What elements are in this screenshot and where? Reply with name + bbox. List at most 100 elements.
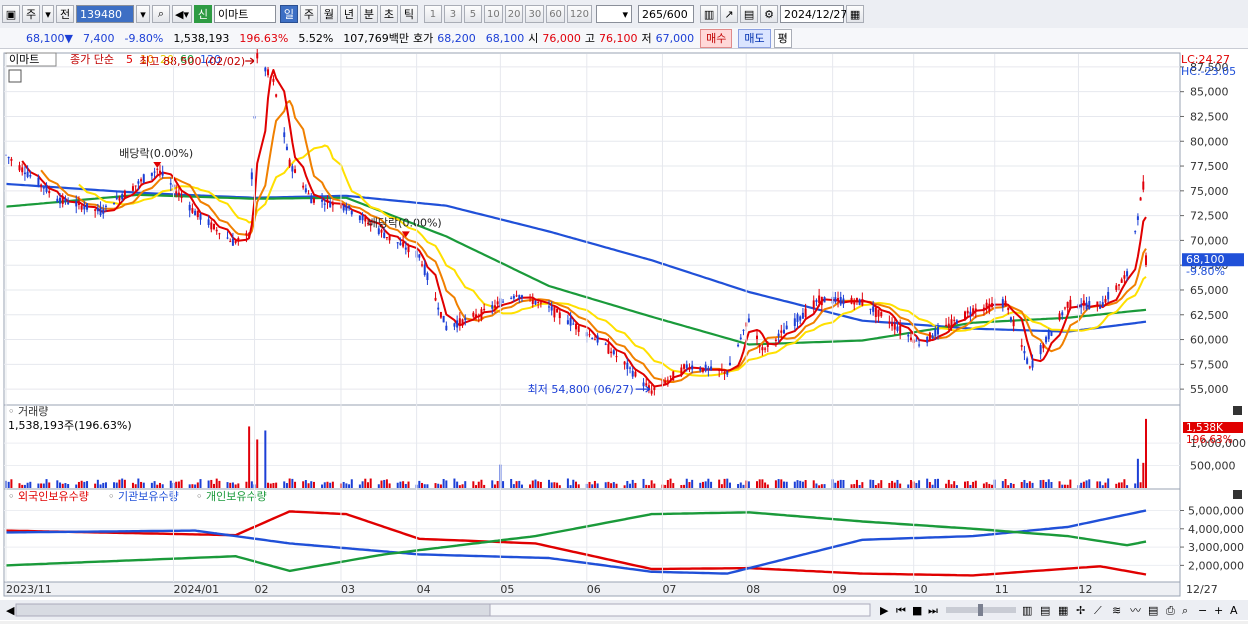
sell-button[interactable]: 매도	[738, 28, 771, 48]
x-tick-label: 04	[417, 583, 431, 596]
print-icon[interactable]: ⎙	[1166, 604, 1175, 617]
candle-body	[645, 383, 648, 386]
volume-bar	[399, 481, 402, 488]
candle-body	[518, 295, 521, 299]
date-input[interactable]: 2024/12/27	[780, 5, 847, 23]
custom-interval-input[interactable]: ▾	[596, 5, 633, 23]
interval-120[interactable]: 120	[566, 5, 593, 23]
stop-icon[interactable]: ■	[912, 604, 922, 617]
volume-tick-label: 500,000	[1190, 460, 1236, 473]
buy-button[interactable]: 매수	[700, 28, 733, 48]
candle-body	[177, 192, 180, 196]
candle-body	[874, 307, 877, 318]
font-size-icon[interactable]: A	[1230, 604, 1238, 617]
tab-period-week[interactable]: 주	[299, 5, 318, 23]
layout-icon[interactable]: ▤	[1040, 604, 1050, 617]
scroll-left-icon[interactable]: ◀	[6, 604, 15, 617]
holdings-panel[interactable]	[3, 488, 1181, 583]
volume-bar	[483, 484, 486, 488]
tab-period-month[interactable]: 월	[319, 5, 338, 23]
tab-period-second[interactable]: 초	[379, 5, 398, 23]
interval-60[interactable]: 60	[546, 5, 565, 23]
volume-bar	[934, 479, 937, 488]
window-icon[interactable]: ▣	[2, 5, 20, 23]
interval-20[interactable]: 20	[504, 5, 524, 23]
volume-panel[interactable]	[3, 404, 1181, 490]
settings-icon[interactable]: ⚙	[760, 5, 779, 23]
fib-tool-icon[interactable]: ≋	[1112, 604, 1121, 617]
grid-toggle-icon[interactable]	[8, 69, 22, 83]
candle-body	[29, 175, 32, 177]
stock-name-input[interactable]: 이마트	[213, 5, 276, 23]
volume-bar	[575, 481, 577, 488]
volume-bar	[285, 483, 288, 488]
candle-body	[453, 323, 456, 327]
chart-svg[interactable]: 55,00057,50060,00062,50065,00067,50070,0…	[0, 47, 1248, 621]
draw-tool-icon[interactable]: ↗	[720, 5, 739, 23]
chart-type-icon[interactable]: ▥	[1022, 604, 1032, 617]
volume-bar	[456, 481, 459, 488]
zoom-out-icon[interactable]: −	[1198, 604, 1207, 617]
interval-30[interactable]: 30	[525, 5, 545, 23]
zoom-icon[interactable]: ⌕	[1182, 604, 1188, 617]
volume-bar	[685, 478, 688, 488]
candle-body	[739, 337, 742, 340]
volume-bar	[1120, 482, 1123, 488]
volume-bar	[1020, 482, 1023, 488]
candle-body	[302, 185, 305, 188]
tab-period-minute[interactable]: 분	[359, 5, 378, 23]
calendar-icon[interactable]: ▦	[846, 5, 865, 23]
volume-close-icon[interactable]	[1233, 406, 1242, 415]
candle-body	[812, 300, 815, 309]
trend-tool-icon[interactable]: ⟋	[1094, 604, 1102, 617]
interval-5[interactable]: 5	[463, 5, 482, 23]
prev-button[interactable]: 전	[56, 5, 74, 23]
interval-3[interactable]: 3	[443, 5, 462, 23]
market-select[interactable]: 주	[22, 5, 40, 23]
interval-1[interactable]: 1	[423, 5, 442, 23]
candle-body	[918, 344, 921, 346]
zoom-in-icon[interactable]: +	[1214, 604, 1223, 617]
price-panel[interactable]	[3, 52, 1181, 406]
volume-bar	[672, 483, 675, 488]
stock-code-input[interactable]: 139480	[76, 5, 134, 23]
zoom-slider-handle[interactable]	[978, 604, 983, 616]
tab-period-year[interactable]: 년	[339, 5, 358, 23]
save-icon[interactable]: ▤	[740, 5, 759, 23]
tab-period-tick[interactable]: 틱	[399, 5, 418, 23]
candle-style-icon[interactable]: ▥	[700, 5, 719, 23]
search-icon[interactable]: ⌕	[152, 5, 170, 23]
candle-body	[575, 323, 577, 330]
count-input[interactable]: 265/600	[638, 5, 695, 23]
current-change-text: -9.80%	[1186, 265, 1225, 278]
volume-bar	[210, 479, 213, 488]
avg-button[interactable]: 평	[773, 28, 792, 48]
speaker-icon[interactable]: ◀▾	[172, 5, 192, 23]
chart-area[interactable]: 55,00057,50060,00062,50065,00067,50070,0…	[0, 47, 1248, 621]
first-page-icon[interactable]: ⏮	[896, 604, 906, 617]
volume-bar	[1028, 481, 1031, 488]
candle-body	[593, 339, 596, 341]
candle-body	[445, 325, 448, 331]
tab-period-day[interactable]: 일	[279, 5, 298, 23]
code-dropdown-icon[interactable]: ▾	[136, 5, 150, 23]
candle-body	[685, 364, 688, 369]
volume-bar	[234, 484, 237, 488]
candle-body	[742, 329, 745, 331]
holdings-close-icon[interactable]	[1233, 490, 1242, 499]
interval-10[interactable]: 10	[483, 5, 503, 23]
candle-body	[67, 202, 70, 205]
market-dropdown-icon[interactable]: ▾	[42, 5, 54, 23]
volume-bar	[42, 483, 45, 488]
volume-bar	[434, 483, 437, 488]
candle-body	[699, 368, 702, 371]
scroll-right-icon[interactable]: ▶	[880, 604, 889, 617]
scrollbar-track[interactable]	[15, 603, 497, 617]
grid-tool-icon[interactable]: ▤	[1148, 604, 1158, 617]
scrollbar-thumb[interactable]	[489, 603, 871, 617]
wave-tool-icon[interactable]: 〰	[1130, 604, 1141, 617]
volume-bar	[115, 482, 118, 488]
split-icon[interactable]: ▦	[1058, 604, 1068, 617]
last-page-icon[interactable]: ⏭	[928, 604, 938, 617]
crosshair-icon[interactable]: ✢	[1076, 604, 1085, 617]
